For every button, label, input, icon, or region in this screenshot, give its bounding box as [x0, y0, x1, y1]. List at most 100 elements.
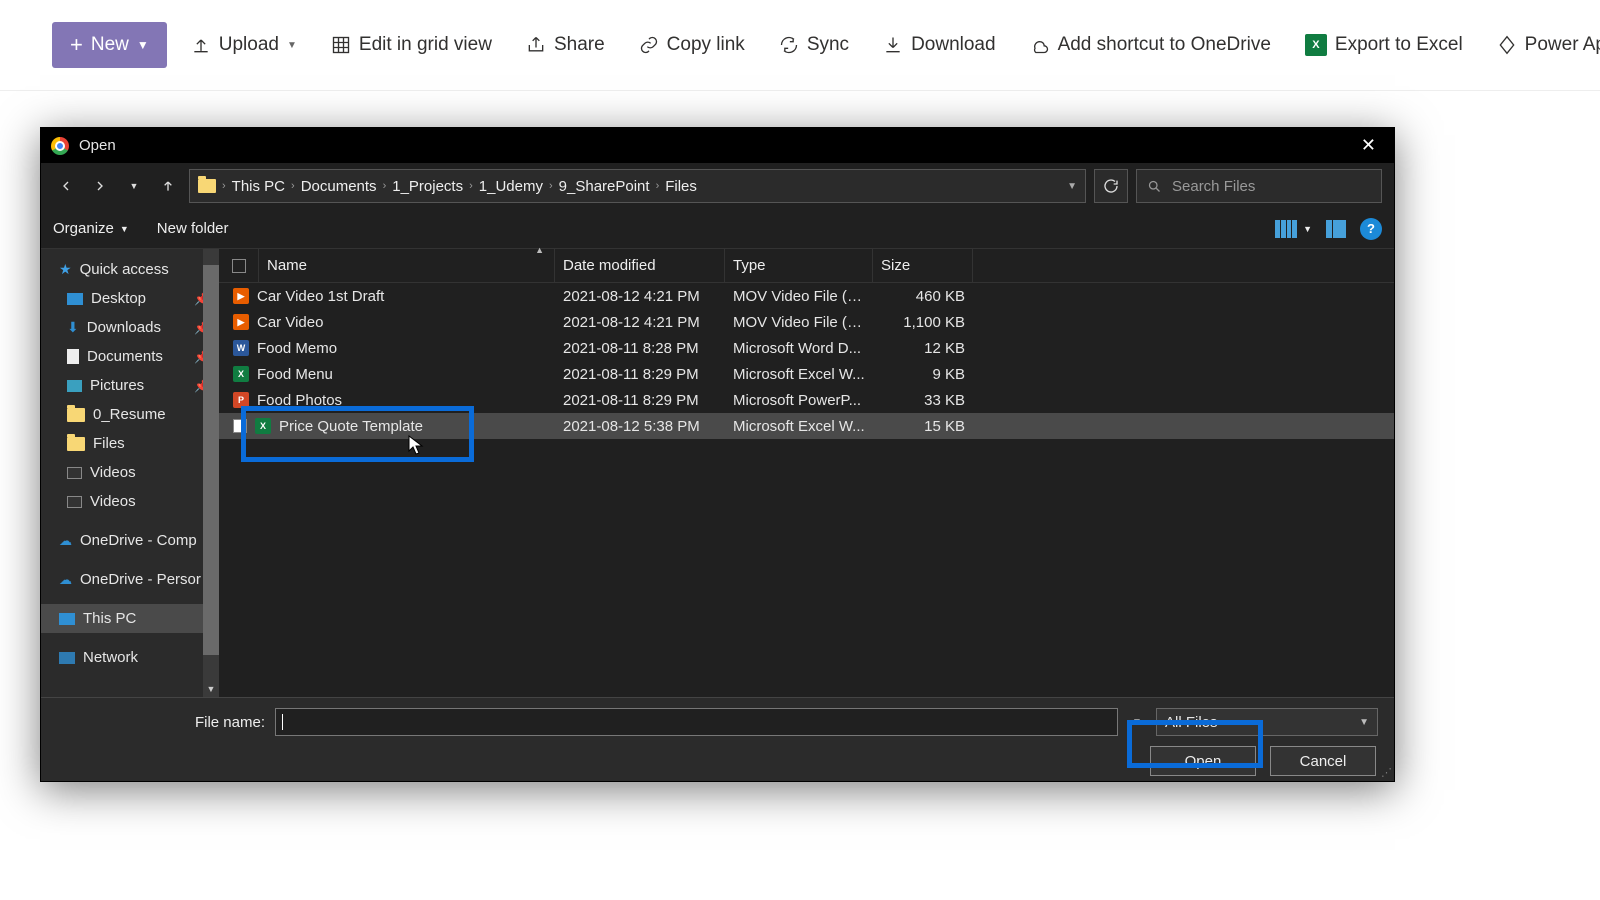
sidebar-network[interactable]: Network	[41, 643, 219, 672]
link-icon	[639, 35, 659, 55]
breadcrumb[interactable]: Files	[665, 178, 697, 195]
preview-pane-button[interactable]	[1326, 220, 1346, 238]
column-type[interactable]: Type	[725, 249, 873, 282]
breadcrumb[interactable]: 1_Udemy	[479, 178, 543, 195]
file-name-dropdown[interactable]: ▼	[1128, 717, 1146, 728]
sidebar-videos[interactable]: Videos	[41, 458, 219, 487]
search-box[interactable]: Search Files	[1136, 169, 1382, 203]
sidebar-label: OneDrive - Comp	[80, 532, 197, 549]
download-button[interactable]: Download	[873, 28, 1006, 62]
sidebar-pictures[interactable]: Pictures📌	[41, 371, 219, 400]
copy-link-label: Copy link	[667, 34, 745, 56]
sidebar-label: Documents	[87, 348, 163, 365]
organize-button[interactable]: Organize ▼	[53, 220, 129, 237]
export-excel-button[interactable]: X Export to Excel	[1295, 28, 1473, 62]
view-options-button[interactable]: ▼	[1275, 220, 1312, 238]
row-checkbox[interactable]	[233, 419, 247, 433]
chevron-icon: ›	[656, 180, 660, 192]
pictures-icon	[67, 380, 82, 392]
cancel-button[interactable]: Cancel	[1270, 746, 1376, 776]
new-folder-button[interactable]: New folder	[157, 220, 229, 237]
chevron-icon: ›	[469, 180, 473, 192]
sidebar: ▲ ▼ ★Quick access Desktop📌 ⬇Downloads📌 D…	[41, 249, 219, 697]
sidebar-onedrive-pers[interactable]: ☁OneDrive - Persor	[41, 565, 219, 594]
file-date: 2021-08-11 8:29 PM	[555, 392, 725, 409]
address-dropdown[interactable]: ▼	[1067, 181, 1077, 192]
desktop-icon	[67, 293, 83, 305]
file-name: Food Memo	[257, 340, 337, 357]
breadcrumb[interactable]: 1_Projects	[392, 178, 463, 195]
file-date: 2021-08-11 8:29 PM	[555, 366, 725, 383]
upload-button[interactable]: Upload ▼	[181, 28, 307, 62]
chevron-icon: ›	[549, 180, 553, 192]
file-size: 460 KB	[873, 288, 973, 305]
select-all-checkbox[interactable]	[219, 249, 259, 282]
file-row[interactable]: XFood Menu2021-08-11 8:29 PMMicrosoft Ex…	[219, 361, 1394, 387]
file-date: 2021-08-12 4:21 PM	[555, 288, 725, 305]
column-size[interactable]: Size	[873, 249, 973, 282]
help-button[interactable]: ?	[1360, 218, 1382, 240]
resize-grip[interactable]: ⋰	[1381, 766, 1392, 779]
sidebar-this-pc[interactable]: This PC	[41, 604, 219, 633]
upload-label: Upload	[219, 34, 279, 56]
file-type: MOV Video File (V...	[725, 314, 873, 331]
sidebar-files[interactable]: Files	[41, 429, 219, 458]
file-filter-dropdown[interactable]: All Files ▼	[1156, 708, 1378, 736]
file-row[interactable]: ▶Car Video2021-08-12 4:21 PMMOV Video Fi…	[219, 309, 1394, 335]
new-folder-label: New folder	[157, 220, 229, 237]
sidebar-label: Desktop	[91, 290, 146, 307]
sidebar-documents[interactable]: Documents📌	[41, 342, 219, 371]
folder-icon	[67, 437, 85, 451]
back-button[interactable]	[53, 173, 79, 199]
download-label: Download	[911, 34, 996, 56]
scroll-thumb[interactable]	[203, 265, 219, 655]
column-name[interactable]: Name▲	[259, 249, 555, 282]
breadcrumb[interactable]: This PC	[232, 178, 285, 195]
shortcut-icon	[1030, 35, 1050, 55]
copy-link-button[interactable]: Copy link	[629, 28, 755, 62]
sidebar-onedrive-comp[interactable]: ☁OneDrive - Comp	[41, 526, 219, 555]
open-button[interactable]: Open	[1150, 746, 1256, 776]
file-row[interactable]: WFood Memo2021-08-11 8:28 PMMicrosoft Wo…	[219, 335, 1394, 361]
file-columns-header: Name▲ Date modified Type Size	[219, 249, 1394, 283]
file-name: Food Photos	[257, 392, 342, 409]
chrome-icon	[51, 137, 69, 155]
power-apps-label: Power Apps	[1525, 34, 1600, 56]
scroll-down[interactable]: ▼	[203, 681, 219, 697]
edit-grid-label: Edit in grid view	[359, 34, 492, 56]
breadcrumb[interactable]: 9_SharePoint	[559, 178, 650, 195]
refresh-button[interactable]	[1094, 169, 1128, 203]
file-row[interactable]: ▶Car Video 1st Draft2021-08-12 4:21 PMMO…	[219, 283, 1394, 309]
add-shortcut-button[interactable]: Add shortcut to OneDrive	[1020, 28, 1281, 62]
filter-label: All Files	[1165, 714, 1218, 731]
chevron-icon: ›	[383, 180, 387, 192]
address-bar[interactable]: › This PC › Documents › 1_Projects › 1_U…	[189, 169, 1086, 203]
forward-button[interactable]	[87, 173, 113, 199]
file-date: 2021-08-12 4:21 PM	[555, 314, 725, 331]
videos-icon	[67, 496, 82, 508]
new-button[interactable]: + New ▼	[52, 22, 167, 68]
nav-row: ▼ › This PC › Documents › 1_Projects › 1…	[41, 163, 1394, 209]
file-row[interactable]: XPrice Quote Template2021-08-12 5:38 PMM…	[219, 413, 1394, 439]
up-button[interactable]	[155, 173, 181, 199]
file-list: Name▲ Date modified Type Size ▶Car Video…	[219, 249, 1394, 697]
sidebar-desktop[interactable]: Desktop📌	[41, 284, 219, 313]
breadcrumb[interactable]: Documents	[301, 178, 377, 195]
sync-button[interactable]: Sync	[769, 28, 859, 62]
sidebar-label: Quick access	[80, 261, 169, 278]
column-date[interactable]: Date modified	[555, 249, 725, 282]
edit-grid-button[interactable]: Edit in grid view	[321, 28, 502, 62]
chevron-down-icon: ▼	[137, 38, 149, 52]
sidebar-downloads[interactable]: ⬇Downloads📌	[41, 313, 219, 342]
export-excel-label: Export to Excel	[1335, 34, 1463, 56]
documents-icon	[67, 349, 79, 364]
sidebar-quick-access[interactable]: ★Quick access	[41, 255, 219, 284]
recent-dropdown[interactable]: ▼	[121, 173, 147, 199]
file-name-input[interactable]	[275, 708, 1118, 736]
file-row[interactable]: PFood Photos2021-08-11 8:29 PMMicrosoft …	[219, 387, 1394, 413]
sidebar-videos[interactable]: Videos	[41, 487, 219, 516]
sidebar-resume[interactable]: 0_Resume	[41, 400, 219, 429]
share-button[interactable]: Share	[516, 28, 615, 62]
power-apps-button[interactable]: Power Apps	[1487, 28, 1600, 62]
close-button[interactable]: ✕	[1353, 131, 1384, 160]
